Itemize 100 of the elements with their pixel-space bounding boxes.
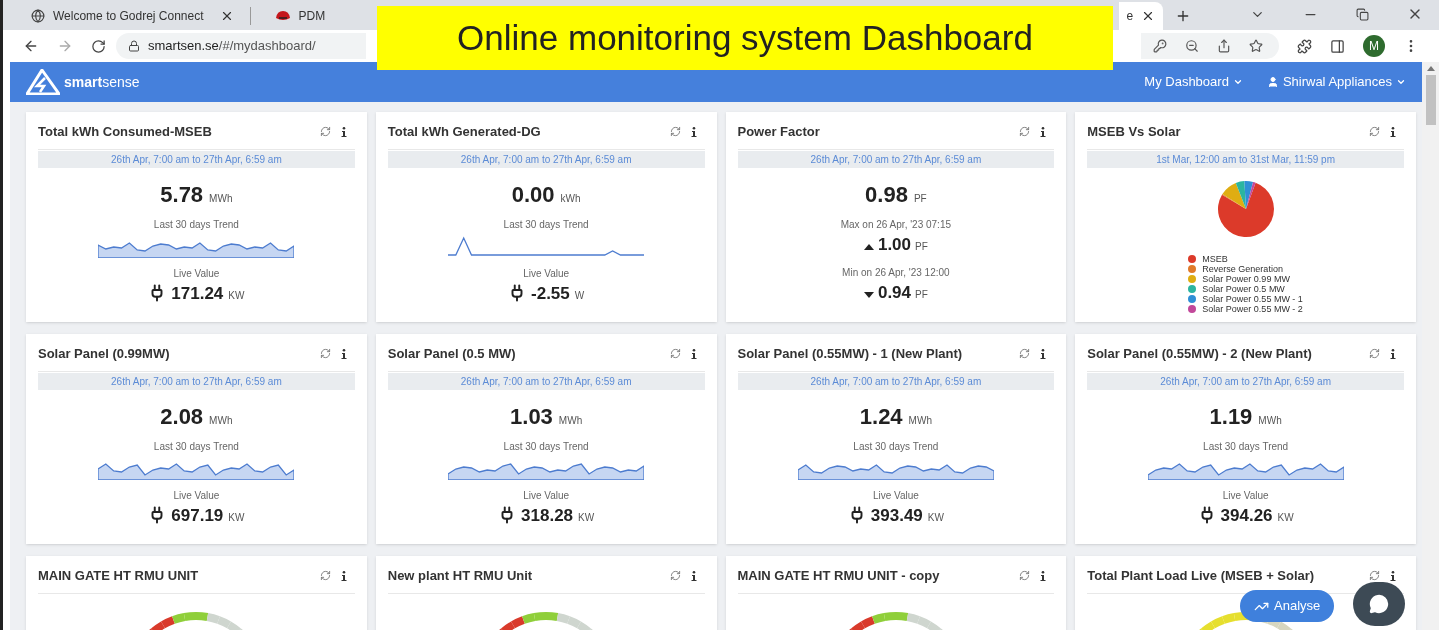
back-icon[interactable] bbox=[23, 38, 39, 54]
info-icon[interactable] bbox=[690, 348, 697, 359]
globe-icon bbox=[31, 9, 45, 23]
trend-label: Last 30 days Trend bbox=[853, 439, 939, 454]
card-title: Solar Panel (0.99MW) bbox=[38, 345, 170, 363]
refresh-icon[interactable] bbox=[1369, 348, 1380, 360]
caret-icon bbox=[1232, 77, 1243, 87]
extensions-icon[interactable] bbox=[1297, 38, 1312, 54]
browser-tab[interactable]: e bbox=[1119, 2, 1164, 30]
date-range: 26th Apr, 7:00 am to 27th Apr, 6:59 am bbox=[387, 372, 705, 390]
nav-dropdown[interactable]: Shirwal Appliances bbox=[1266, 72, 1406, 92]
refresh-icon[interactable] bbox=[669, 348, 681, 360]
zoom-out-icon[interactable] bbox=[1185, 39, 1199, 53]
date-range: 1st Mar, 12:00 am to 31st Mar, 11:59 pm bbox=[1087, 150, 1404, 168]
refresh-icon[interactable] bbox=[1019, 570, 1031, 582]
card-title: MAIN GATE HT RMU UNIT - copy bbox=[737, 567, 940, 585]
info-icon[interactable] bbox=[1040, 570, 1047, 581]
card-title: Power Factor bbox=[737, 123, 820, 141]
refresh-icon[interactable] bbox=[319, 348, 331, 360]
live-value: 393.49 bbox=[870, 504, 923, 527]
info-icon[interactable] bbox=[1390, 126, 1396, 137]
analyse-button[interactable]: Analyse bbox=[1240, 590, 1335, 622]
info-icon[interactable] bbox=[1040, 126, 1047, 137]
date-range: 26th Apr, 7:00 am to 27th Apr, 6:59 am bbox=[1087, 372, 1404, 390]
logo-icon bbox=[26, 69, 60, 95]
date-range: 26th Apr, 7:00 am to 27th Apr, 6:59 am bbox=[737, 372, 1055, 390]
min-label: Min on 26 Apr, '23 12:00 bbox=[842, 266, 950, 280]
bookmark-star-icon[interactable] bbox=[1249, 39, 1263, 53]
live-unit: KW bbox=[927, 510, 944, 525]
live-value: 394.26 bbox=[1220, 504, 1273, 527]
user-icon bbox=[1266, 76, 1279, 88]
live-label: Live Value bbox=[173, 266, 220, 281]
refresh-icon[interactable] bbox=[319, 570, 331, 582]
refresh-icon[interactable] bbox=[669, 570, 681, 582]
live-label: Live Value bbox=[173, 488, 220, 503]
date-range: 26th Apr, 7:00 am to 27th Apr, 6:59 am bbox=[387, 150, 705, 168]
live-value: 171.24 bbox=[171, 282, 224, 305]
tab-title: PDM bbox=[298, 8, 326, 25]
refresh-icon[interactable] bbox=[319, 126, 331, 138]
max-value: 1.00 bbox=[877, 233, 912, 256]
live-label: Live Value bbox=[1222, 488, 1269, 503]
trend-label: Last 30 days Trend bbox=[153, 439, 239, 454]
refresh-icon[interactable] bbox=[1019, 348, 1031, 360]
browser-tab[interactable]: PDM bbox=[262, 2, 338, 30]
restore-icon[interactable] bbox=[1356, 7, 1369, 21]
live-unit: KW bbox=[1277, 510, 1294, 525]
info-icon[interactable] bbox=[1390, 348, 1396, 359]
date-range: 26th Apr, 7:00 am to 27th Apr, 6:59 am bbox=[38, 372, 355, 390]
live-value: -2.55 bbox=[531, 282, 570, 305]
url-text: smartsen.se/#/mydashboard/ bbox=[148, 37, 316, 56]
card-title: Total kWh Consumed-MSEB bbox=[38, 123, 212, 141]
scroll-up-icon[interactable] bbox=[1426, 66, 1435, 71]
metric-value: 1.19 bbox=[1209, 402, 1253, 431]
live-unit: KW bbox=[578, 510, 595, 525]
max-label: Max on 26 Apr, '23 07:15 bbox=[840, 217, 952, 232]
trend-label: Last 30 days Trend bbox=[1203, 439, 1289, 454]
card-title: Total Plant Load Live (MSEB + Solar) bbox=[1087, 567, 1315, 585]
info-icon[interactable] bbox=[340, 348, 347, 359]
info-icon[interactable] bbox=[690, 570, 697, 581]
chat-icon bbox=[1369, 594, 1389, 614]
share-icon[interactable] bbox=[1217, 39, 1231, 53]
info-icon[interactable] bbox=[1390, 570, 1396, 581]
metric-value: 2.08 bbox=[160, 402, 204, 431]
card-title: Total kWh Generated-DG bbox=[387, 123, 541, 141]
reload-icon[interactable] bbox=[91, 38, 106, 54]
refresh-icon[interactable] bbox=[669, 126, 681, 138]
refresh-icon[interactable] bbox=[1369, 126, 1380, 138]
legend-label: Solar Power 0.55 MW - 1 bbox=[1202, 293, 1303, 304]
overlay-title: Online monitoring system Dashboard bbox=[377, 6, 1113, 70]
metric-value: 5.78 bbox=[160, 180, 204, 209]
card-title: Solar Panel (0.5 MW) bbox=[387, 345, 516, 363]
live-unit: KW bbox=[228, 288, 245, 303]
refresh-icon[interactable] bbox=[1369, 570, 1380, 582]
min-unit: PF bbox=[915, 288, 928, 302]
live-label: Live Value bbox=[523, 266, 570, 281]
nav-dropdown[interactable]: My Dashboard bbox=[1144, 72, 1243, 92]
address-bar[interactable]: smartsen.se/#/mydashboard/ bbox=[116, 33, 366, 59]
logo-text: smartsense bbox=[64, 72, 140, 92]
legend-label: Solar Power 0.5 MW bbox=[1202, 283, 1285, 294]
tab-title: e bbox=[1126, 8, 1134, 25]
trend-label: Last 30 days Trend bbox=[153, 217, 239, 232]
date-range: 26th Apr, 7:00 am to 27th Apr, 6:59 am bbox=[737, 150, 1055, 168]
browser-tab[interactable]: Welcome to Godrej Connect bbox=[19, 2, 263, 30]
side-panel-icon[interactable] bbox=[1330, 38, 1345, 54]
key-icon[interactable] bbox=[1153, 39, 1167, 53]
metric-unit: kWh bbox=[560, 191, 581, 206]
refresh-icon[interactable] bbox=[1019, 126, 1031, 138]
scrollbar-thumb[interactable] bbox=[1425, 75, 1436, 125]
info-icon[interactable] bbox=[340, 570, 347, 581]
card-title: Solar Panel (0.55MW) - 1 (New Plant) bbox=[737, 345, 963, 363]
legend-label: Reverse Generation bbox=[1202, 263, 1283, 274]
min-value: 0.94 bbox=[877, 282, 912, 304]
info-icon[interactable] bbox=[1040, 348, 1047, 359]
metric-unit: MWh bbox=[908, 413, 932, 428]
trend-label: Last 30 days Trend bbox=[503, 439, 589, 454]
info-icon[interactable] bbox=[690, 126, 697, 137]
hat-icon bbox=[274, 10, 291, 22]
profile-avatar[interactable]: M bbox=[1363, 35, 1385, 57]
live-value: 697.19 bbox=[171, 504, 224, 527]
info-icon[interactable] bbox=[340, 126, 347, 137]
